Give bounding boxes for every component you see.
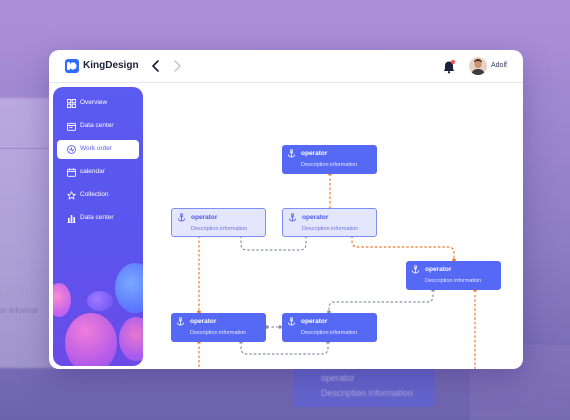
background-node: operator Description information — [293, 367, 435, 407]
decorative-blob — [65, 313, 117, 366]
anchor-icon — [288, 213, 297, 222]
node-description: Description information — [301, 330, 358, 336]
sidebar-item-label: Data center — [80, 214, 114, 221]
sidebar-item-collection[interactable]: Collection — [57, 186, 139, 205]
chevron-left-icon[interactable] — [149, 58, 163, 74]
sidebar-item-label: Collection — [80, 191, 109, 198]
anchor-icon — [287, 317, 296, 326]
operator-node[interactable]: operator Description information — [282, 313, 377, 342]
kingdesign-logo-icon — [65, 59, 79, 73]
sidebar-item-calendar[interactable]: calendar — [57, 163, 139, 182]
sidebar-item-data-center-2[interactable]: Data center — [57, 209, 139, 228]
node-description: Description information — [191, 226, 248, 232]
anchor-icon — [411, 265, 420, 274]
sidebar-item-overview[interactable]: Overview — [57, 94, 139, 113]
connector-wire — [240, 342, 329, 355]
operator-node[interactable]: operator Description information — [282, 145, 377, 174]
username: Adolf — [491, 62, 507, 69]
bar-chart-icon — [67, 215, 76, 223]
node-description: Description information — [190, 330, 247, 336]
decorative-blob — [87, 291, 113, 311]
brand-name: KingDesign — [83, 60, 139, 71]
node-title: operator — [425, 266, 452, 273]
star-icon — [67, 191, 76, 200]
avatar-image — [469, 57, 487, 75]
grid-icon — [67, 99, 76, 108]
top-bar: KingDesign Adolf — [49, 50, 523, 83]
connector-wire — [351, 236, 455, 260]
node-description: Description information — [301, 162, 358, 168]
calendar-icon — [67, 168, 76, 177]
node-title: operator — [191, 214, 218, 221]
node-title: operator — [301, 318, 328, 325]
connector-wire — [240, 236, 307, 251]
anchor-icon — [287, 149, 296, 158]
work-order-icon — [67, 145, 76, 154]
connector-wire — [328, 290, 434, 312]
background-text: r — [0, 291, 1, 300]
sidebar-item-label: Overview — [80, 99, 108, 106]
decorative-blob — [53, 283, 71, 317]
anchor-icon — [176, 317, 185, 326]
node-description: Description information — [302, 226, 359, 232]
sidebar-item-label: Work order — [80, 145, 113, 152]
operator-node[interactable]: operator Description information — [171, 313, 266, 342]
anchor-icon — [177, 213, 186, 222]
background-node-desc: Description information — [321, 388, 414, 398]
app-window: KingDesign Adolf Overview Data center Wo… — [49, 50, 523, 369]
node-title: operator — [301, 150, 328, 157]
sidebar-item-label: calendar — [80, 168, 105, 175]
node-title: operator — [190, 318, 217, 325]
node-title: operator — [302, 214, 329, 221]
sidebar-item-data-center[interactable]: Data center — [57, 117, 139, 136]
sidebar-item-label: Data center — [80, 122, 114, 129]
operator-node[interactable]: operator Description information — [171, 208, 266, 237]
bell-icon[interactable] — [442, 59, 456, 74]
background-node-title: operator — [321, 373, 355, 383]
sidebar: Overview Data center Work order calendar… — [53, 87, 143, 366]
background-text: on informat — [0, 306, 39, 315]
decorative-blob — [115, 263, 143, 313]
operator-node[interactable]: operator Description information — [406, 261, 501, 290]
node-description: Description information — [425, 278, 482, 284]
sidebar-item-work-order[interactable]: Work order — [57, 140, 139, 159]
operator-node[interactable]: operator Description information — [282, 208, 377, 237]
flow-canvas[interactable]: operator Description information operato… — [147, 84, 523, 369]
chevron-right-icon[interactable] — [170, 58, 184, 74]
avatar[interactable] — [469, 57, 487, 75]
decorative-blob — [119, 317, 143, 361]
calendar-card-icon — [67, 122, 76, 131]
